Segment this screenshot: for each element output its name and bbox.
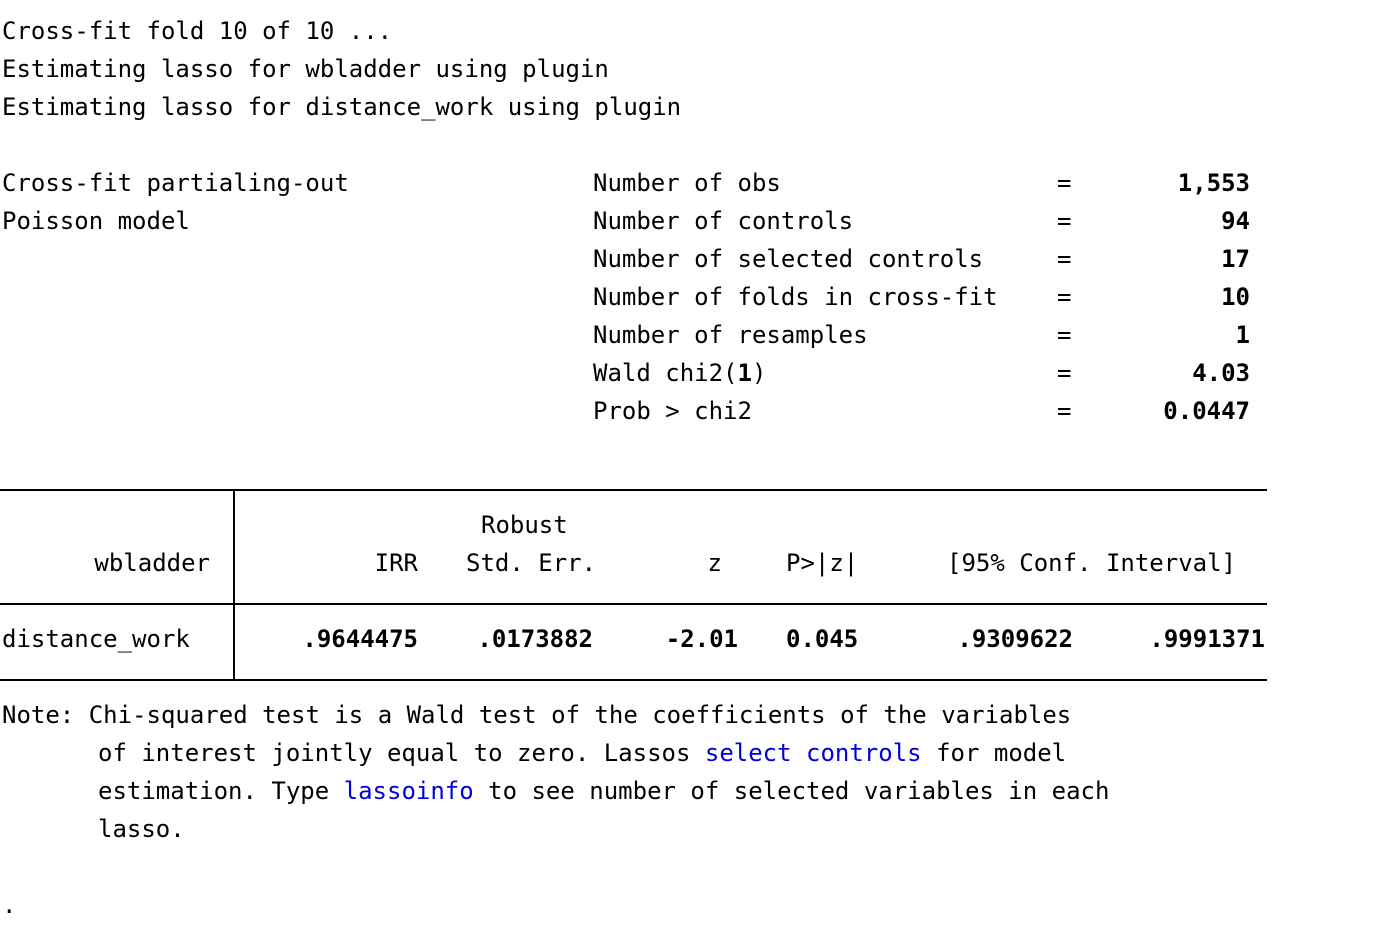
stat-value-controls: 94 [1221,207,1250,235]
log-line-lasso-distance-work: Estimating lasso for distance_work using… [2,93,682,121]
stat-value-obs: 1,553 [1177,169,1250,197]
log-line-crossfit-fold: Cross-fit fold 10 of 10 ... [2,17,393,45]
stat-eq: = [1057,397,1072,425]
model-method: Cross-fit partialing-out [2,169,349,197]
row-ci-lo: .9309622 [957,625,1073,653]
note-line-2: of interest jointly equal to zero. Lasso… [98,738,1066,768]
row-ci-hi: .9991371 [1149,625,1265,653]
note-text-3b: to see number of selected variables in e… [473,777,1110,805]
row-irr: .9644475 [302,625,418,653]
note-text-2a: of interest jointly equal to zero. Lasso… [98,739,705,767]
stat-label-wald: Wald chi2(1) [593,358,766,388]
stat-label-selected: Number of selected controls [593,245,984,273]
table-col-se: Std. Err. [466,549,597,577]
wald-label-pre: Wald chi2( [593,359,738,387]
stat-value-folds: 10 [1221,283,1250,311]
table-divider [233,489,235,681]
stat-value-selected: 17 [1221,245,1250,273]
command-prompt[interactable]: . [2,890,16,920]
table-col-irr: IRR [374,549,418,577]
stat-label-resamples: Number of resamples [593,321,868,349]
table-col-ci: [95% Conf. Interval] [947,549,1236,577]
stat-eq: = [1057,169,1072,197]
note-text-3a: estimation. Type [98,777,344,805]
row-se: .0173882 [477,625,593,653]
stat-value-prob: 0.0447 [1163,397,1250,425]
row-p: 0.045 [786,625,859,653]
model-type: Poisson model [2,207,190,235]
row-varname: distance_work [2,625,190,653]
stat-label-folds: Number of folds in cross-fit [593,283,998,311]
table-col-p: P>|z| [786,549,859,577]
note-text-1: Chi-squared test is a Wald test of the c… [88,701,1072,729]
stat-eq: = [1057,207,1072,235]
stat-label-obs: Number of obs [593,169,781,197]
stat-label-prob: Prob > chi2 [593,397,752,425]
table-bottom-rule [0,679,1267,681]
wald-label-post: ) [751,359,767,387]
log-line-lasso-wbladder: Estimating lasso for wbladder using plug… [2,55,609,83]
lassoinfo-link[interactable]: lassoinfo [344,777,474,805]
stat-label-controls: Number of controls [593,207,854,235]
note-text-2b: for model [921,739,1067,767]
select-controls-link[interactable]: select controls [705,739,922,767]
stat-eq: = [1057,283,1072,311]
note-prefix: Note: [2,701,89,729]
table-header-rule [0,603,1267,605]
stat-eq: = [1057,359,1072,387]
note-line-4: lasso. [98,815,185,843]
stat-eq: = [1057,321,1072,349]
stat-eq: = [1057,245,1072,273]
table-depvar: wbladder [94,549,210,577]
stat-value-resamples: 1 [1235,321,1250,349]
table-col-z: z [707,549,722,577]
table-col-robust: Robust [481,511,568,539]
note-line-1: Note: Chi-squared test is a Wald test of… [2,700,1071,730]
note-line-3: estimation. Type lassoinfo to see number… [98,776,1109,806]
wald-df: 1 [737,359,752,387]
stat-value-wald: 4.03 [1192,359,1250,387]
row-z: -2.01 [665,625,738,653]
table-top-rule [0,489,1267,491]
